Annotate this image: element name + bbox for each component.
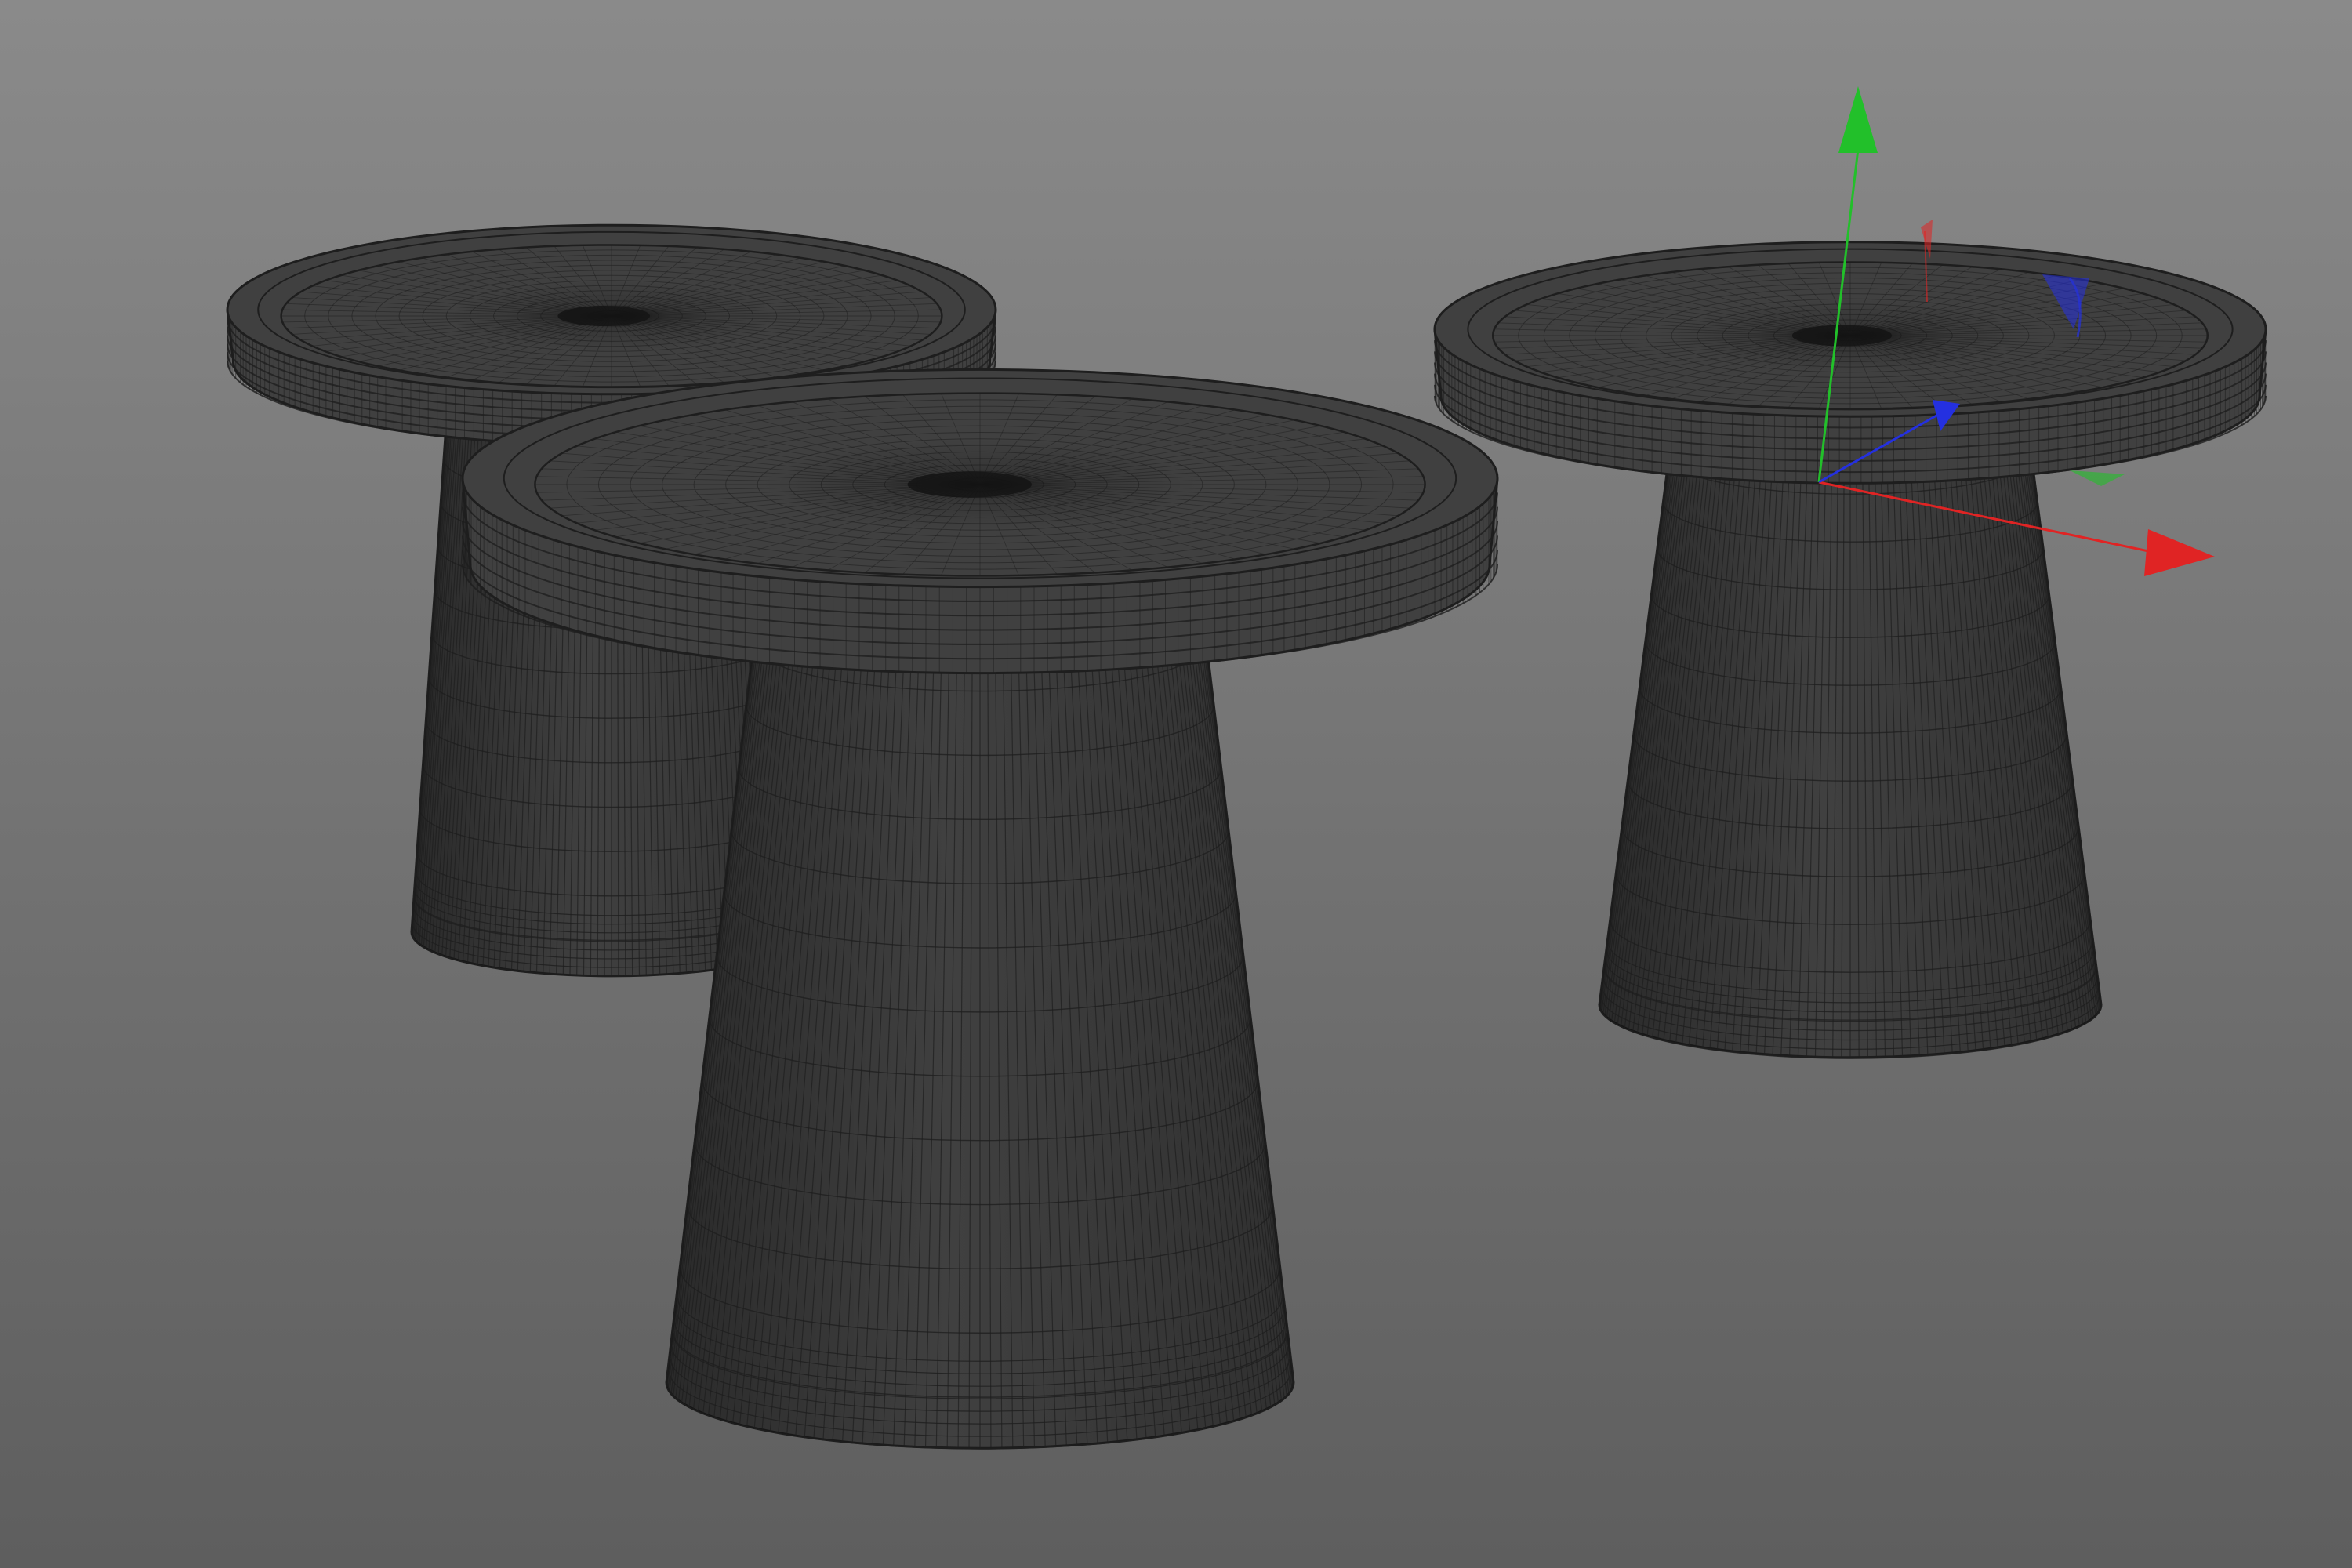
cup-body	[665, 579, 1295, 1450]
cup-lid	[1433, 241, 2267, 485]
lid-sip-hole	[907, 471, 1033, 498]
3d-viewport[interactable]	[0, 0, 2352, 1568]
cup-body	[1598, 408, 2103, 1059]
lid-sip-hole	[1791, 325, 1892, 347]
lid-sip-hole	[557, 306, 650, 326]
viewport-canvas[interactable]	[0, 0, 2352, 1568]
cup-lid	[461, 368, 1499, 675]
